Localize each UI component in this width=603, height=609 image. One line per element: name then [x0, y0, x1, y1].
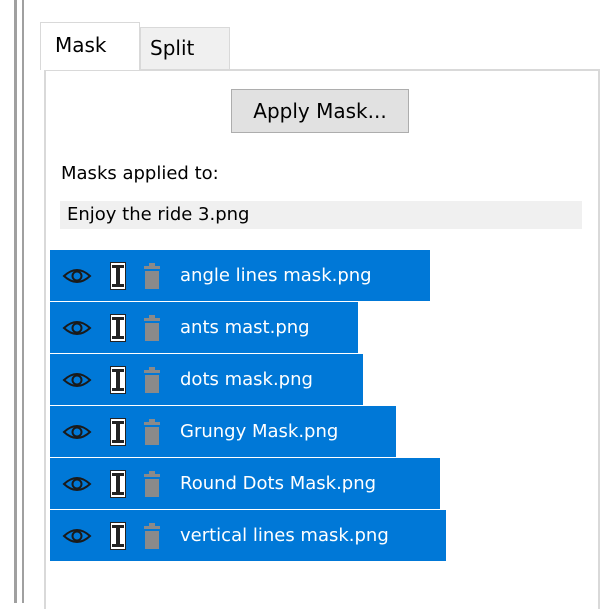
eye-icon[interactable]	[62, 317, 92, 339]
eye-icon[interactable]	[62, 525, 92, 547]
mask-file-name: angle lines mask.png	[180, 265, 372, 286]
text-cursor-icon[interactable]	[110, 313, 126, 342]
trash-icon[interactable]	[144, 470, 160, 497]
eye-icon[interactable]	[62, 421, 92, 443]
mask-file-name: ants mast.png	[180, 317, 310, 338]
mask-list: angle lines mask.png ants mast.png dots …	[50, 250, 446, 562]
eye-icon[interactable]	[62, 473, 92, 495]
text-cursor-icon[interactable]	[110, 261, 126, 290]
mask-file-name: Grungy Mask.png	[180, 421, 339, 442]
mask-list-item[interactable]: angle lines mask.png	[50, 250, 430, 301]
trash-icon[interactable]	[144, 314, 160, 341]
mask-list-item[interactable]: Round Dots Mask.png	[50, 458, 440, 509]
splitter-line	[14, 0, 17, 603]
trash-icon[interactable]	[144, 418, 160, 445]
mask-tab-panel: Apply Mask... Masks applied to: Enjoy th…	[44, 69, 600, 609]
mask-file-name: vertical lines mask.png	[180, 525, 389, 546]
text-cursor-icon[interactable]	[110, 521, 126, 550]
eye-icon[interactable]	[62, 369, 92, 391]
masks-applied-label: Masks applied to:	[61, 163, 219, 184]
mask-list-item[interactable]: vertical lines mask.png	[50, 510, 446, 561]
trash-icon[interactable]	[144, 366, 160, 393]
tab-split[interactable]: Split	[140, 27, 230, 69]
mask-list-item[interactable]: Grungy Mask.png	[50, 406, 396, 457]
mask-list-item[interactable]: dots mask.png	[50, 354, 363, 405]
mask-file-name: dots mask.png	[180, 369, 313, 390]
target-file-name: Enjoy the ride 3.png	[60, 201, 582, 229]
apply-mask-button[interactable]: Apply Mask...	[231, 89, 409, 133]
tab-label: Mask	[55, 33, 107, 57]
text-cursor-icon[interactable]	[110, 365, 126, 394]
tab-label: Split	[150, 36, 195, 60]
mask-file-name: Round Dots Mask.png	[180, 473, 377, 494]
tab-mask[interactable]: Mask	[40, 22, 140, 70]
trash-icon[interactable]	[144, 522, 160, 549]
mask-list-item[interactable]: ants mast.png	[50, 302, 358, 353]
text-cursor-icon[interactable]	[110, 417, 126, 446]
text-cursor-icon[interactable]	[110, 469, 126, 498]
splitter-line	[22, 0, 24, 603]
eye-icon[interactable]	[62, 265, 92, 287]
trash-icon[interactable]	[144, 262, 160, 289]
